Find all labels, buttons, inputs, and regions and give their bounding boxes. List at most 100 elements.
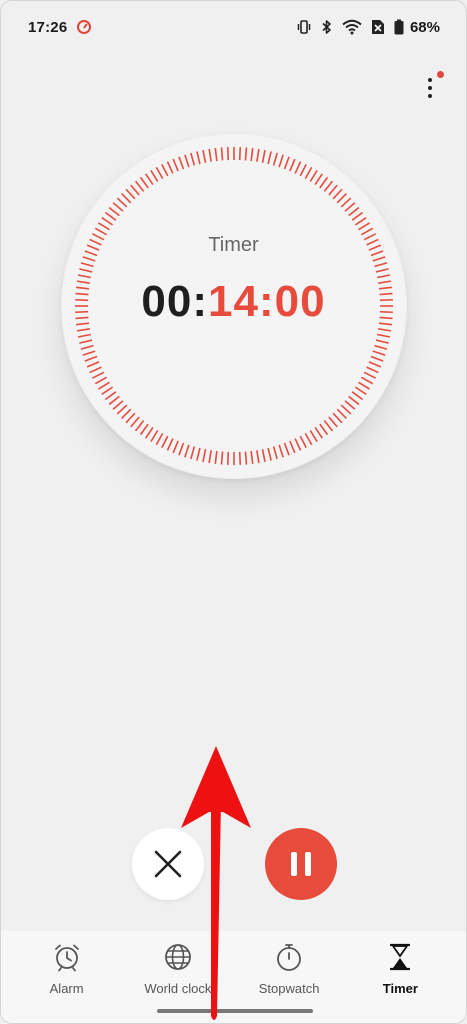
pause-timer-button[interactable] — [265, 828, 337, 900]
nav-timer[interactable]: Timer — [345, 931, 456, 1023]
dial-tick — [336, 408, 347, 419]
dial-tick — [112, 202, 124, 212]
dial-tick — [82, 256, 96, 262]
dial-tick — [155, 166, 164, 180]
dial-tick — [348, 395, 360, 406]
dial-tick — [116, 197, 128, 208]
dial-tick — [366, 366, 379, 374]
more-options-button[interactable] — [419, 71, 447, 105]
dial-tick — [190, 152, 196, 166]
dial-tick — [368, 361, 382, 368]
dial-tick — [172, 440, 179, 454]
wifi-icon — [342, 19, 362, 35]
dial-tick — [108, 206, 120, 217]
dial-tick — [178, 156, 185, 170]
status-time: 17:26 — [28, 18, 68, 36]
dial-tick — [267, 447, 272, 461]
dial-tick — [150, 170, 159, 182]
dial-tick — [378, 328, 392, 332]
dial-tick — [372, 350, 386, 356]
dial-tick — [289, 158, 296, 172]
battery-percent: 68% — [409, 18, 440, 36]
notification-dot — [437, 71, 444, 78]
timer-minutes-seconds: 14:00 — [208, 277, 326, 326]
dial-tick — [360, 376, 374, 385]
dial-tick — [377, 333, 391, 338]
dial-tick — [202, 149, 207, 163]
dial-tick — [340, 197, 352, 208]
nav-label-stopwatch: Stopwatch — [258, 981, 320, 996]
bluetooth-icon — [322, 20, 331, 34]
dial-tick — [86, 361, 100, 368]
dial-tick — [299, 435, 307, 449]
pause-icon — [291, 852, 297, 876]
dial-tick — [220, 451, 224, 465]
dial-tick — [272, 152, 278, 166]
dial-tick — [190, 446, 196, 460]
dial-tick — [332, 188, 343, 200]
dial-tick — [155, 432, 164, 446]
dial-tick — [309, 430, 318, 442]
dial-tick — [121, 408, 132, 419]
dial-tick — [370, 355, 384, 362]
dial-tick — [309, 170, 318, 182]
timer-label: Timer — [208, 234, 259, 256]
dial-tick — [79, 268, 93, 273]
pause-icon-bar — [305, 852, 311, 876]
dial-tick — [261, 449, 266, 463]
dial-tick — [348, 206, 360, 217]
dial-tick — [250, 450, 254, 464]
no-sim-icon — [371, 20, 384, 34]
dial-tick — [89, 366, 102, 374]
dial-tick — [125, 412, 136, 424]
dial-tick — [294, 161, 302, 174]
dial-tick — [289, 440, 296, 454]
dial-tick — [112, 400, 124, 410]
dial-tick — [130, 416, 140, 428]
dial-tick — [116, 404, 128, 415]
dial-tick — [226, 451, 230, 465]
nav-alarm[interactable]: Alarm — [11, 931, 122, 1023]
dial-tick — [354, 216, 367, 226]
dial-tick — [314, 173, 324, 186]
dial-tick — [244, 451, 248, 465]
dial-tick — [196, 447, 201, 461]
dial-tick — [121, 193, 132, 204]
nav-label-timer: Timer — [382, 981, 418, 996]
dial-tick — [314, 426, 324, 439]
dial-tick — [220, 147, 224, 161]
dial-tick — [299, 163, 307, 177]
dial-tick — [208, 450, 212, 464]
dial-tick — [256, 450, 260, 464]
dial-tick — [328, 184, 338, 196]
dial-tick — [91, 371, 105, 379]
timer-running-icon — [77, 20, 92, 34]
dial-tick — [340, 404, 352, 415]
dial-tick — [94, 376, 108, 385]
dial-tick — [250, 148, 254, 162]
timer-countdown: 00:14:00 — [1, 277, 466, 327]
dial-tick — [283, 156, 290, 170]
dial-tick — [278, 154, 284, 168]
dial-tick — [226, 147, 230, 161]
dial-tick — [323, 180, 334, 192]
dial-tick — [214, 450, 218, 464]
dial-tick — [323, 420, 334, 432]
dial-tick — [256, 148, 260, 162]
dial-tick — [161, 435, 169, 449]
dial-tick — [144, 426, 154, 439]
dial-tick — [214, 148, 218, 162]
dial-tick — [166, 438, 174, 451]
annotation-arrow-icon — [181, 746, 251, 1020]
dial-tick — [184, 444, 190, 458]
dial-tick — [294, 438, 302, 451]
dial-tick — [238, 451, 242, 465]
dial-tick — [354, 386, 367, 396]
dial-tick — [82, 350, 96, 356]
alarm-clock-icon — [51, 941, 83, 973]
status-bar: 17:26 68% — [1, 1, 466, 53]
dial-tick — [76, 328, 90, 332]
dial-tick — [144, 173, 154, 186]
dial-tick — [172, 158, 179, 172]
dial-tick — [304, 166, 313, 180]
